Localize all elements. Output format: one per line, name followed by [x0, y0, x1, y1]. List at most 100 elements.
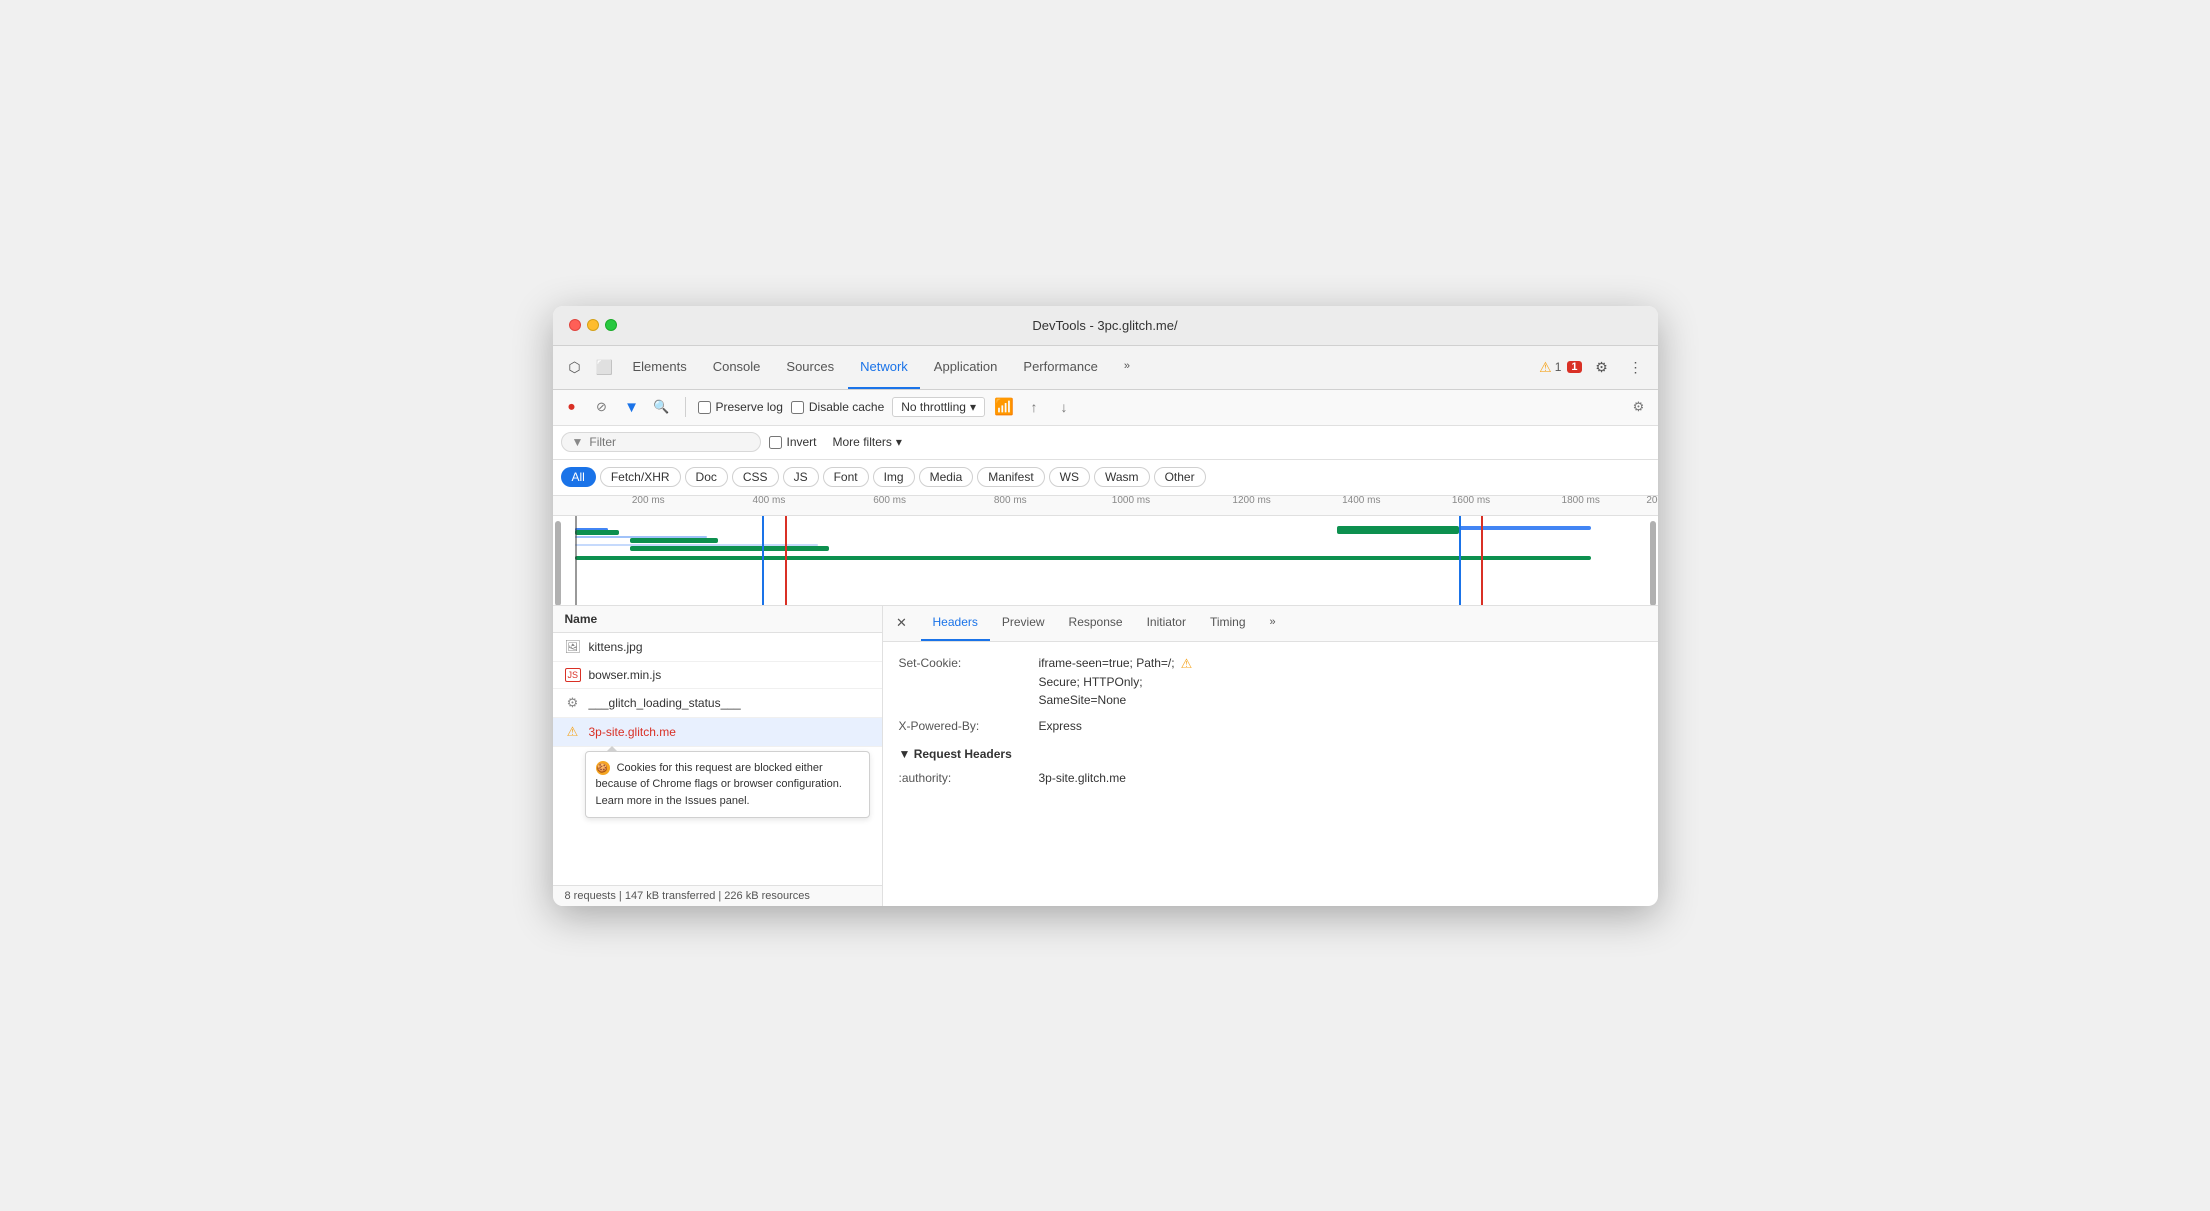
request-headers-section[interactable]: ▼ Request Headers: [899, 747, 1642, 761]
ruler-mark-200: 200 ms: [632, 496, 665, 507]
request-list: Name 🖼 kittens.jpg JS bowser.min.js ⚙ __…: [553, 606, 883, 906]
timeline-graph: [553, 516, 1658, 606]
clear-button[interactable]: ⊘: [591, 396, 613, 418]
filter-pill-other[interactable]: Other: [1154, 467, 1206, 487]
filter-pill-fetch-xhr[interactable]: Fetch/XHR: [600, 467, 681, 487]
minimize-button[interactable]: [587, 319, 599, 331]
window-title: DevTools - 3pc.glitch.me/: [1032, 318, 1177, 333]
filter-input[interactable]: [589, 435, 709, 449]
record-button[interactable]: ⏺: [561, 396, 583, 418]
tab-timing[interactable]: Timing: [1198, 606, 1258, 642]
timeline-bar-green-3: [630, 546, 829, 551]
image-icon: 🖼: [565, 639, 581, 655]
throttle-select[interactable]: No throttling ▾: [892, 397, 985, 417]
timeline-bar-green-1: [575, 530, 619, 535]
filter-pill-ws[interactable]: WS: [1049, 467, 1090, 487]
ruler-mark-1200: 1200 ms: [1232, 496, 1270, 507]
online-icon[interactable]: 📶: [993, 396, 1015, 418]
errors-badge[interactable]: 1: [1567, 361, 1581, 373]
invert-checkbox[interactable]: [769, 436, 782, 449]
timeline-ruler: 200 ms 400 ms 600 ms 800 ms 1000 ms 1200…: [553, 496, 1658, 516]
js-icon: JS: [565, 668, 581, 682]
filter-icon: ▼: [572, 435, 584, 449]
set-cookie-line3: SameSite=None: [1039, 691, 1642, 709]
filter-toggle-button[interactable]: ▼: [621, 396, 643, 418]
network-settings-icon[interactable]: ⚙: [1628, 396, 1650, 418]
toolbar-separator-1: [685, 397, 686, 417]
search-button[interactable]: 🔍: [651, 396, 673, 418]
header-row-x-powered-by: X-Powered-By: Express: [899, 717, 1642, 735]
tab-initiator[interactable]: Initiator: [1135, 606, 1198, 642]
tab-network[interactable]: Network: [848, 345, 920, 389]
filter-pill-font[interactable]: Font: [823, 467, 869, 487]
title-bar: DevTools - 3pc.glitch.me/: [553, 306, 1658, 346]
timeline-bar-blue-right: [1459, 526, 1592, 530]
close-panel-button[interactable]: ✕: [891, 612, 913, 634]
traffic-lights: [569, 319, 617, 331]
cookie-tooltip: 🍪 Cookies for this request are blocked e…: [585, 751, 870, 819]
request-item-3psite[interactable]: ⚠ 3p-site.glitch.me: [553, 718, 882, 747]
export-button[interactable]: ↓: [1053, 396, 1075, 418]
filter-pill-media[interactable]: Media: [919, 467, 974, 487]
scroll-handle-left: [555, 521, 561, 606]
headers-content: Set-Cookie: iframe-seen=true; Path=/; ⚠ …: [883, 642, 1658, 906]
ruler-marks: 200 ms 400 ms 600 ms 800 ms 1000 ms 1200…: [561, 496, 1658, 516]
preserve-log-checkbox[interactable]: [698, 401, 711, 414]
vline-blue-1: [762, 516, 764, 606]
filter-pill-css[interactable]: CSS: [732, 467, 779, 487]
preserve-log-label[interactable]: Preserve log: [698, 400, 783, 414]
request-item-kittens[interactable]: 🖼 kittens.jpg: [553, 633, 882, 662]
close-button[interactable]: [569, 319, 581, 331]
list-spacer: [553, 826, 882, 885]
filter-bar: ▼ Invert More filters ▾: [553, 426, 1658, 460]
devtools-tabs: ⬡ ⬜ Elements Console Sources Network App…: [553, 346, 1658, 390]
timeline-bar-green-block: [1337, 526, 1459, 534]
pointer-icon[interactable]: ⬡: [561, 353, 589, 381]
tab-response[interactable]: Response: [1057, 606, 1135, 642]
tab-preview[interactable]: Preview: [990, 606, 1057, 642]
filter-input-wrap[interactable]: ▼: [561, 432, 761, 452]
disable-cache-label[interactable]: Disable cache: [791, 400, 884, 414]
warnings-badge[interactable]: ⚠ 1: [1539, 359, 1561, 376]
invert-label[interactable]: Invert: [769, 435, 817, 449]
vline-blue-2: [1459, 516, 1461, 606]
filter-pill-wasm[interactable]: Wasm: [1094, 467, 1150, 487]
disable-cache-checkbox[interactable]: [791, 401, 804, 414]
tab-performance[interactable]: Performance: [1011, 345, 1109, 389]
tab-application[interactable]: Application: [922, 345, 1010, 389]
more-options-icon[interactable]: ⋮: [1622, 353, 1650, 381]
network-toolbar: ⏺ ⊘ ▼ 🔍 Preserve log Disable cache No th…: [553, 390, 1658, 426]
maximize-button[interactable]: [605, 319, 617, 331]
import-button[interactable]: ↑: [1023, 396, 1045, 418]
ruler-mark-800: 800 ms: [994, 496, 1027, 507]
filter-pill-img[interactable]: Img: [873, 467, 915, 487]
more-filters-button[interactable]: More filters ▾: [825, 433, 910, 451]
request-item-bowser[interactable]: JS bowser.min.js: [553, 662, 882, 689]
filter-pill-doc[interactable]: Doc: [685, 467, 728, 487]
cookie-warn-icon: ⚠: [1181, 654, 1193, 674]
status-bar: 8 requests | 147 kB transferred | 226 kB…: [553, 885, 882, 906]
tab-console[interactable]: Console: [701, 345, 773, 389]
more-filters-chevron-icon: ▾: [896, 435, 902, 449]
warn-icon: ⚠: [1539, 359, 1552, 376]
settings-icon[interactable]: ⚙: [1588, 353, 1616, 381]
set-cookie-line2: Secure; HTTPOnly;: [1039, 673, 1642, 691]
tab-more[interactable]: »: [1112, 345, 1142, 389]
tab-headers[interactable]: Headers: [921, 606, 990, 642]
tab-more-headers[interactable]: »: [1258, 606, 1288, 642]
device-toggle-icon[interactable]: ⬜: [591, 353, 619, 381]
ruler-mark-400: 400 ms: [753, 496, 786, 507]
request-item-glitch[interactable]: ⚙ ___glitch_loading_status___: [553, 689, 882, 718]
main-area: Name 🖼 kittens.jpg JS bowser.min.js ⚙ __…: [553, 606, 1658, 906]
filter-pill-manifest[interactable]: Manifest: [977, 467, 1044, 487]
tab-elements[interactable]: Elements: [621, 345, 699, 389]
list-header: Name: [553, 606, 882, 633]
ruler-mark-1600: 1600 ms: [1452, 496, 1490, 507]
timeline-area: 200 ms 400 ms 600 ms 800 ms 1000 ms 1200…: [553, 496, 1658, 606]
filter-pill-js[interactable]: JS: [783, 467, 819, 487]
header-row-authority: :authority: 3p-site.glitch.me: [899, 769, 1642, 787]
throttle-chevron-icon: ▾: [970, 400, 976, 414]
tab-sources[interactable]: Sources: [774, 345, 846, 389]
filter-pill-all[interactable]: All: [561, 467, 596, 487]
header-row-set-cookie: Set-Cookie: iframe-seen=true; Path=/; ⚠ …: [899, 654, 1642, 710]
